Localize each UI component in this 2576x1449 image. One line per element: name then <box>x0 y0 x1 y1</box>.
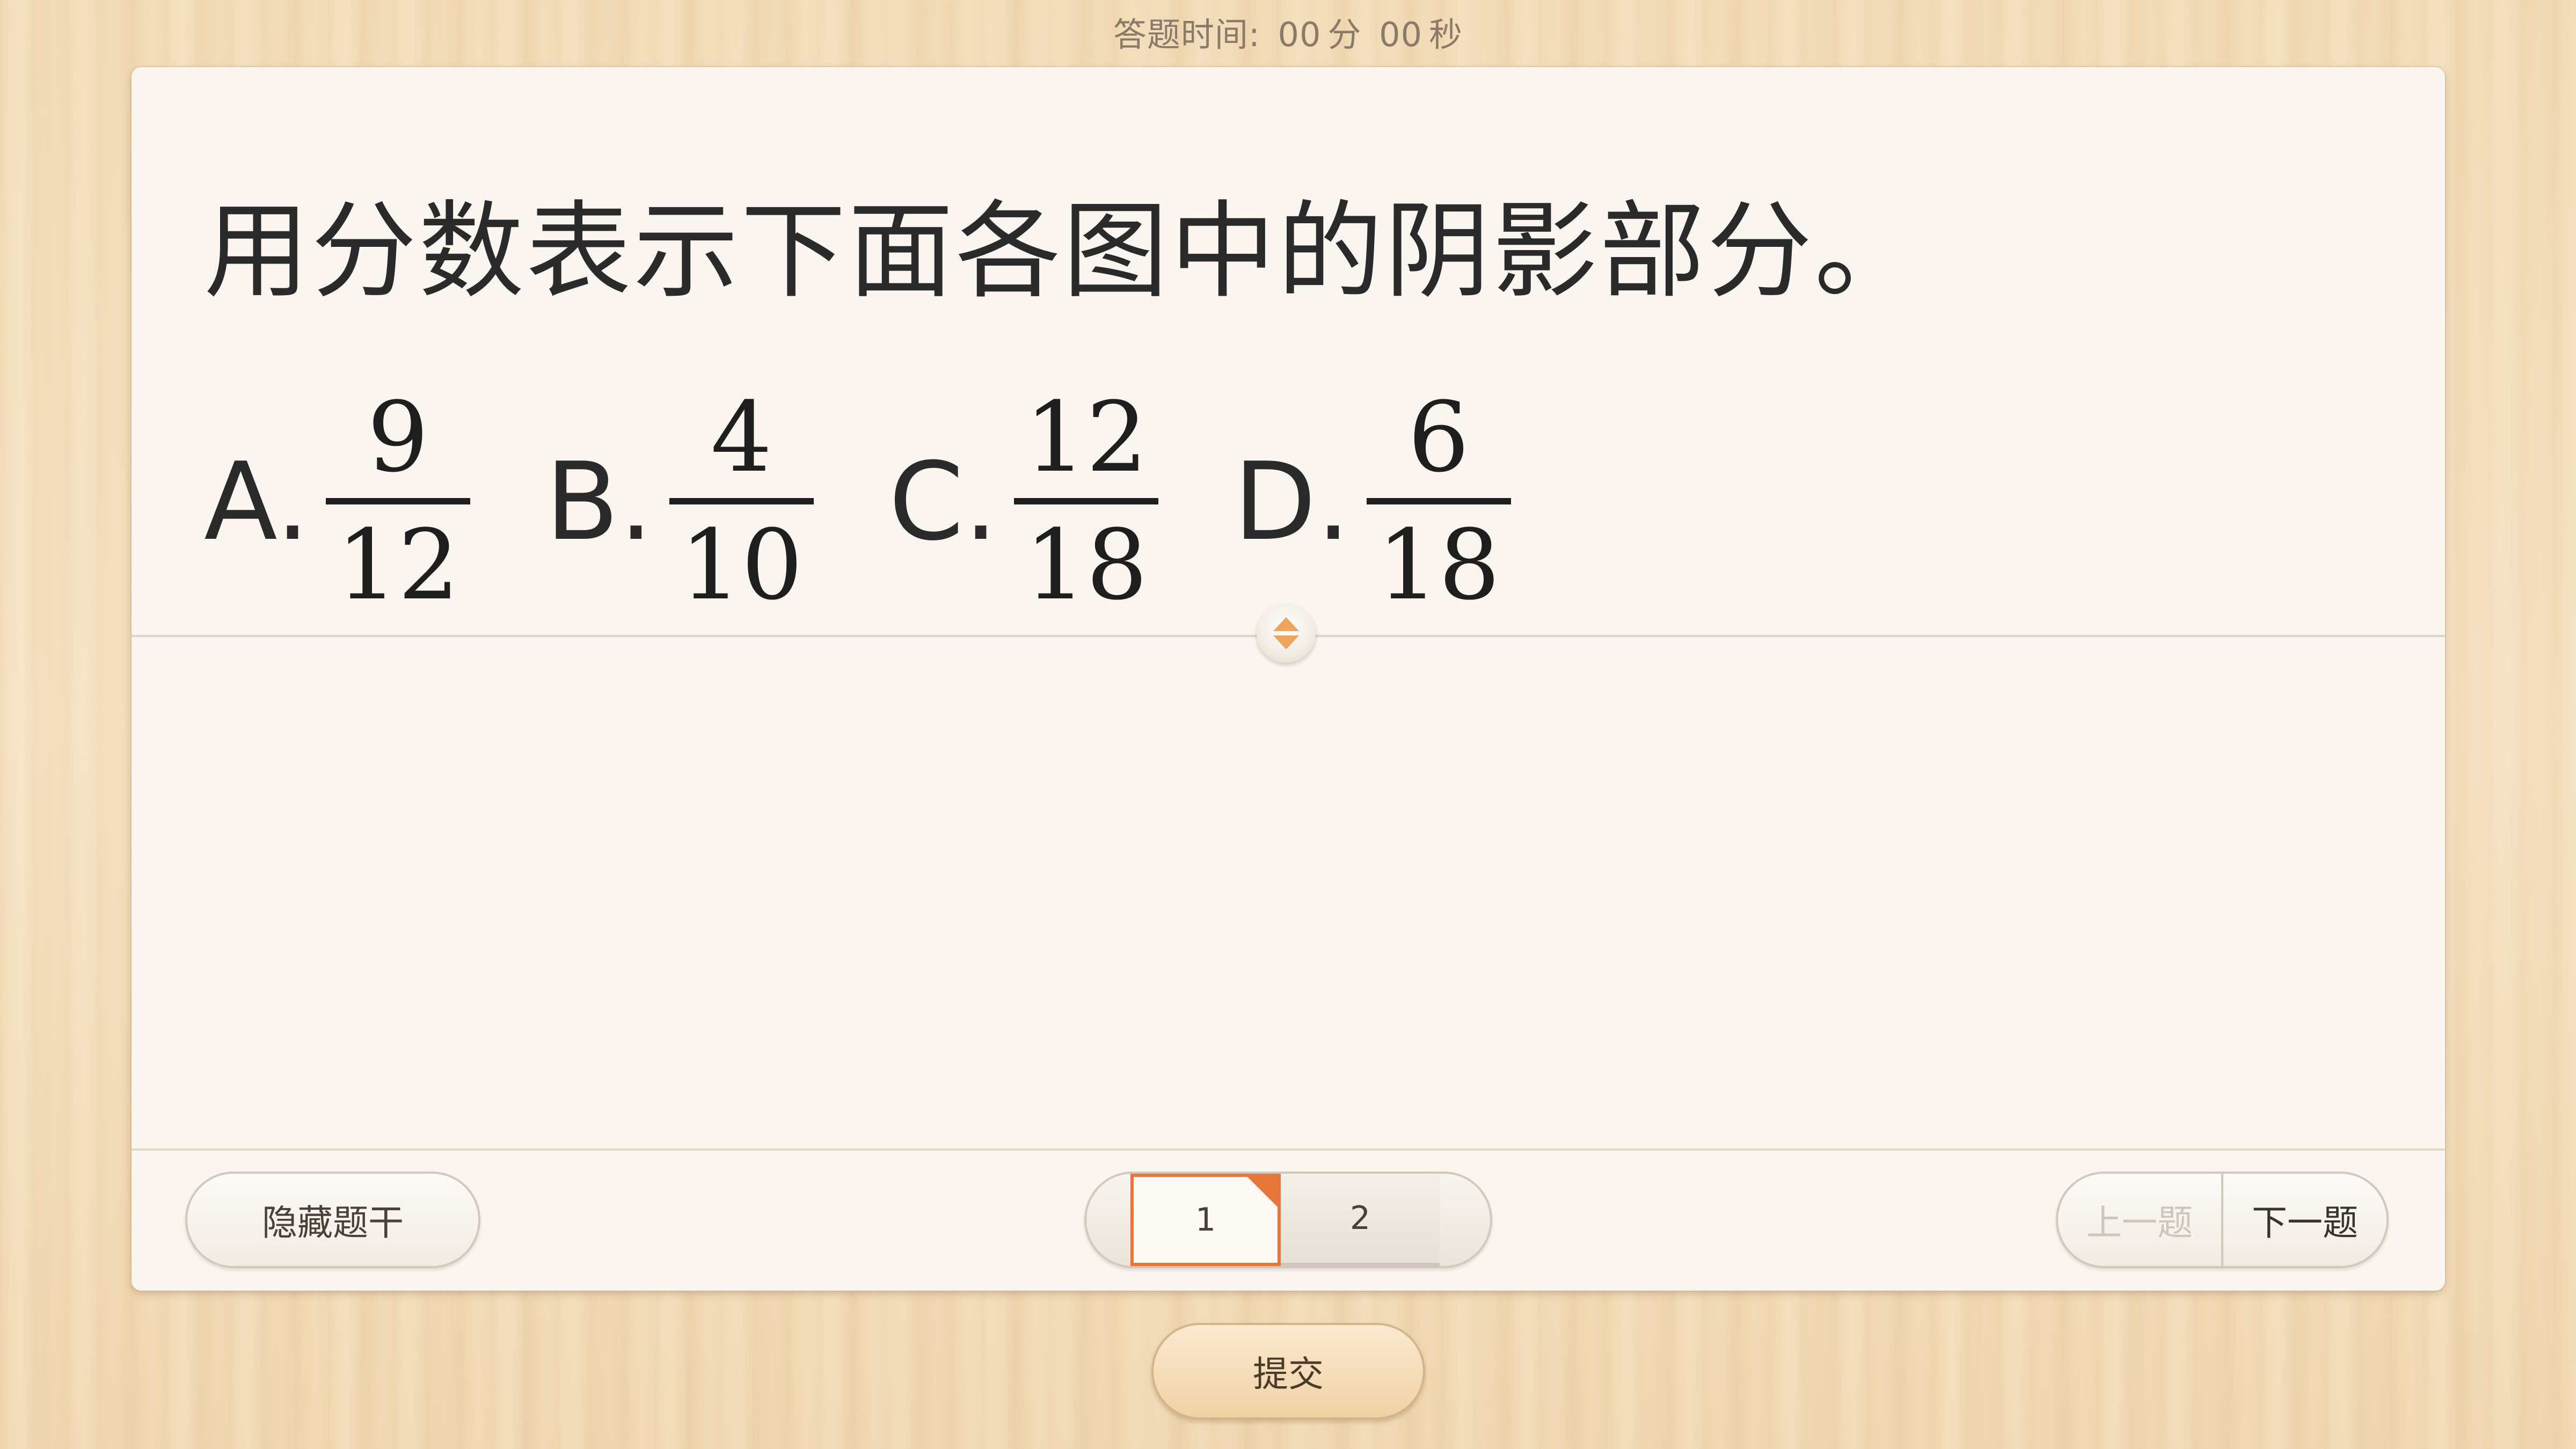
hide-question-button[interactable]: 隐藏题干 <box>185 1172 480 1268</box>
fraction-denominator: 18 <box>1024 509 1148 621</box>
fraction-numerator: 12 <box>1024 382 1148 494</box>
fraction-denominator: 10 <box>680 509 803 621</box>
page-number: 1 <box>1195 1201 1216 1239</box>
timer-seconds-unit: 秒 <box>1429 15 1463 54</box>
resize-handle[interactable] <box>1257 604 1316 663</box>
option-fraction: 6 18 <box>1366 382 1511 621</box>
prev-question-button[interactable]: 上一题 <box>2058 1174 2223 1266</box>
answer-options: A. 9 12 B. 4 10 C. 12 18 D. 6 18 <box>204 352 1586 652</box>
next-question-button[interactable]: 下一题 <box>2223 1174 2387 1266</box>
footer-divider <box>132 1148 2445 1151</box>
submit-button[interactable]: 提交 <box>1151 1323 1425 1419</box>
option-fraction: 12 18 <box>1013 382 1159 621</box>
question-pager: 1 2 <box>1084 1172 1492 1268</box>
fraction-denominator: 18 <box>1377 509 1500 621</box>
option-fraction: 9 12 <box>325 382 470 621</box>
option-letter: C. <box>888 439 998 565</box>
page-tab-2[interactable]: 2 <box>1281 1174 1440 1266</box>
timer-minutes: 00 <box>1278 15 1322 54</box>
timer-minutes-unit: 分 <box>1327 15 1362 54</box>
fraction-numerator: 9 <box>367 382 429 494</box>
option-fraction: 4 10 <box>669 390 814 614</box>
option-letter: A. <box>204 439 310 565</box>
fraction-bar <box>325 498 470 504</box>
fraction-numerator: 4 <box>710 382 772 494</box>
question-title: 用分数表示下面各图中的阴影部分。 <box>204 191 1922 313</box>
timer-seconds: 00 <box>1379 15 1423 54</box>
fraction-bar <box>1013 498 1159 504</box>
question-card: 用分数表示下面各图中的阴影部分。 A. 9 12 B. 4 10 C. 12 1… <box>132 67 2445 1291</box>
option-letter: D. <box>1234 439 1351 565</box>
fraction-bar <box>669 498 814 504</box>
page-tab-1[interactable]: 1 <box>1130 1174 1281 1266</box>
option-d[interactable]: D. 6 18 <box>1234 390 1511 614</box>
fraction-bar <box>1366 498 1511 504</box>
option-letter: B. <box>545 439 653 565</box>
timer-label: 答题时间: <box>1113 15 1260 54</box>
fraction-denominator: 12 <box>336 509 459 621</box>
option-c[interactable]: C. 12 18 <box>888 382 1159 621</box>
current-flag-icon <box>1246 1176 1279 1208</box>
answer-timer: 答题时间: 00 分 00 秒 <box>0 8 2576 56</box>
option-b[interactable]: B. 4 10 <box>545 390 814 614</box>
fraction-numerator: 6 <box>1407 382 1470 494</box>
question-nav: 上一题 下一题 <box>2056 1172 2389 1268</box>
page-number: 2 <box>1349 1199 1371 1237</box>
option-a[interactable]: A. 9 12 <box>204 390 470 614</box>
